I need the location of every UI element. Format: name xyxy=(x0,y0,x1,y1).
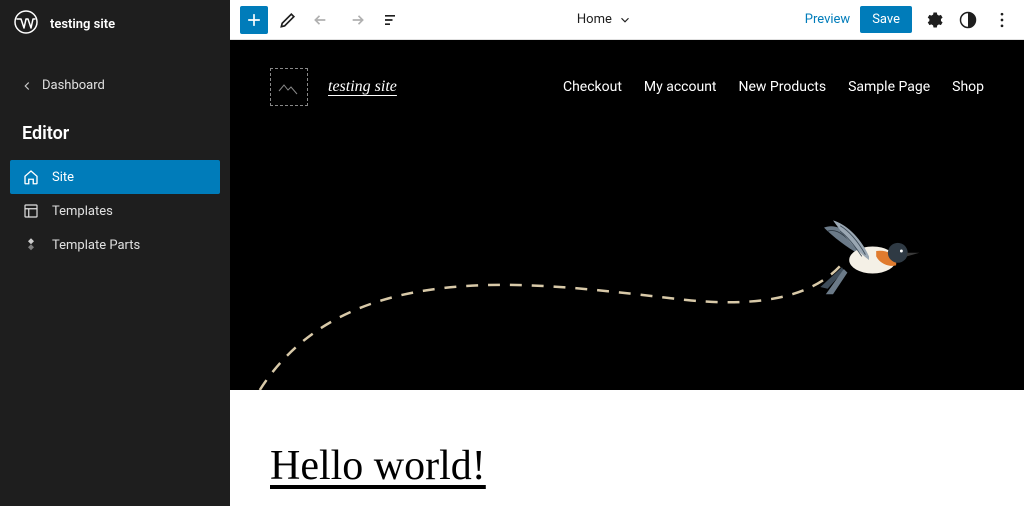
back-label: Dashboard xyxy=(42,78,105,93)
plus-icon xyxy=(244,10,264,30)
add-block-button[interactable] xyxy=(240,6,268,34)
redo-button[interactable] xyxy=(342,6,370,34)
contrast-icon xyxy=(958,10,978,30)
toolbar-right: Preview Save xyxy=(805,6,1014,33)
list-view-button[interactable] xyxy=(376,6,404,34)
home-icon xyxy=(22,168,40,186)
kebab-icon xyxy=(992,10,1012,30)
sidebar-item-templates[interactable]: Templates xyxy=(10,194,220,228)
post-title[interactable]: Hello world! xyxy=(270,442,984,490)
sidebar-item-label: Templates xyxy=(52,204,113,219)
save-button[interactable]: Save xyxy=(860,6,912,33)
redo-icon xyxy=(346,10,366,30)
sidebar-item-label: Site xyxy=(52,170,74,185)
primary-menu: Checkout My account New Products Sample … xyxy=(563,79,984,95)
sidebar-nav: Site Templates Template Parts xyxy=(0,160,230,262)
edit-tools-button[interactable] xyxy=(274,6,302,34)
undo-icon xyxy=(312,10,332,30)
site-logo-placeholder[interactable] xyxy=(270,68,308,106)
preview-button[interactable]: Preview xyxy=(805,12,850,27)
menu-item[interactable]: Sample Page xyxy=(848,79,930,95)
main-area: Home Preview Save xyxy=(230,0,1024,506)
editor-canvas[interactable]: testing site Checkout My account New Pro… xyxy=(230,40,1024,506)
page-content[interactable]: Hello world! xyxy=(230,390,1024,506)
sidebar-item-template-parts[interactable]: Template Parts xyxy=(10,228,220,262)
menu-item[interactable]: Checkout xyxy=(563,79,622,95)
pencil-icon xyxy=(278,10,298,30)
gear-icon xyxy=(924,10,944,30)
menu-item[interactable]: New Products xyxy=(739,79,827,95)
site-name[interactable]: testing site xyxy=(50,17,115,32)
wordpress-logo-icon[interactable] xyxy=(14,10,38,38)
chevron-down-icon xyxy=(618,13,632,27)
site-nav-row: testing site Checkout My account New Pro… xyxy=(230,40,1024,134)
templates-icon xyxy=(22,202,40,220)
sidebar-header: testing site xyxy=(0,0,230,52)
styles-button[interactable] xyxy=(956,8,980,32)
site-title[interactable]: testing site xyxy=(328,78,397,96)
site-header-block[interactable]: testing site Checkout My account New Pro… xyxy=(230,40,1024,390)
list-icon xyxy=(380,10,400,30)
toolbar-left xyxy=(240,6,404,34)
sidebar-item-site[interactable]: Site xyxy=(10,160,220,194)
document-title: Home xyxy=(577,12,612,27)
template-parts-icon xyxy=(22,236,40,254)
undo-button[interactable] xyxy=(308,6,336,34)
more-options-button[interactable] xyxy=(990,8,1014,32)
sidebar-item-label: Template Parts xyxy=(52,238,140,253)
bird-illustration xyxy=(814,215,924,305)
document-title-dropdown[interactable]: Home xyxy=(404,12,805,27)
menu-item[interactable]: My account xyxy=(644,79,717,95)
editor-toolbar: Home Preview Save xyxy=(230,0,1024,40)
settings-button[interactable] xyxy=(922,8,946,32)
chevron-left-icon xyxy=(20,79,34,93)
image-placeholder-icon xyxy=(277,79,301,95)
back-to-dashboard[interactable]: Dashboard xyxy=(0,70,230,101)
editor-sidebar: testing site Dashboard Editor Site Templ… xyxy=(0,0,230,506)
menu-item[interactable]: Shop xyxy=(952,79,984,95)
sidebar-section-title: Editor xyxy=(0,101,230,160)
